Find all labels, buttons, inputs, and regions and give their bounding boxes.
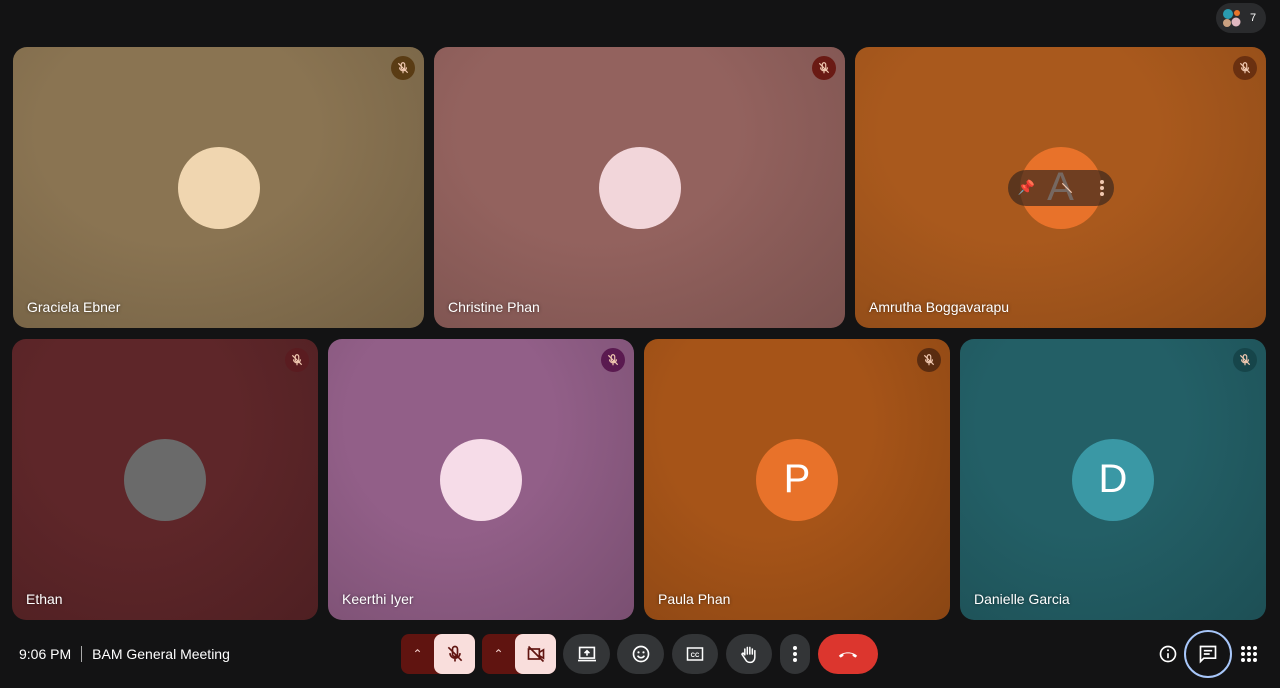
video-options-chevron-icon[interactable]: ⌃ (482, 634, 515, 674)
mic-off-icon (1062, 182, 1073, 193)
info-icon (1159, 645, 1177, 663)
participant-name: Amrutha Boggavarapu (869, 299, 1010, 315)
mic-off-icon (397, 62, 409, 74)
mic-off-icon (1239, 62, 1251, 74)
participant-tile[interactable]: Ethan (12, 339, 318, 620)
participant-tile[interactable]: P Paula Phan (644, 339, 950, 620)
tile-hover-controls: 📌 (1007, 169, 1114, 206)
mic-off-icon (291, 354, 303, 366)
participant-avatar: D (1072, 438, 1154, 521)
participant-avatar (440, 438, 522, 521)
audio-options-chevron-icon[interactable]: ⌃ (401, 634, 434, 674)
present-button[interactable] (563, 634, 610, 674)
raise-hand-button[interactable] (726, 634, 772, 674)
muted-indicator (601, 348, 625, 372)
participant-name: Ethan (26, 591, 63, 607)
raise-hand-icon (741, 646, 756, 664)
mic-off-icon (923, 354, 935, 366)
svg-text:CC: CC (691, 653, 700, 659)
hang-up-icon (838, 652, 858, 658)
pin-icon[interactable]: 📌 (1018, 179, 1035, 196)
participant-name: Graciela Ebner (27, 299, 121, 315)
participant-name: Danielle Garcia (974, 591, 1070, 607)
mic-off-icon (818, 62, 830, 74)
activities-button[interactable] (1229, 634, 1269, 674)
more-options-button[interactable] (780, 634, 810, 674)
camera-group: ⌃ (482, 634, 556, 674)
mic-group: ⌃ (401, 634, 475, 674)
participant-count: 7 (1250, 12, 1257, 24)
present-screen-icon (577, 646, 596, 662)
participant-tile[interactable]: Christine Phan (434, 47, 845, 328)
muted-indicator (1233, 56, 1257, 80)
meeting-title: BAM General Meeting (92, 646, 230, 662)
meeting-details: 9:06 PM BAM General Meeting (19, 646, 230, 662)
participant-tile[interactable]: A Amrutha Boggavarapu📌 (855, 47, 1266, 328)
participant-avatars-icon (1223, 9, 1241, 27)
more-vert-icon (793, 646, 797, 662)
muted-indicator (917, 348, 941, 372)
mic-off-icon (1239, 354, 1251, 366)
participant-avatar (177, 146, 260, 229)
meeting-time: 9:06 PM (19, 646, 72, 662)
mic-off-icon (607, 354, 619, 366)
muted-indicator (285, 348, 309, 372)
avatar-initial: P (783, 457, 811, 501)
closed-captions-icon: CC (686, 647, 704, 661)
divider (81, 646, 83, 662)
captions-button[interactable]: CC (672, 634, 718, 674)
participant-avatar: P (756, 438, 838, 521)
avatar-initial: D (1098, 457, 1128, 501)
participant-name: Christine Phan (448, 299, 540, 315)
mic-off-icon (447, 645, 462, 662)
leave-call-button[interactable] (818, 634, 878, 674)
participant-avatar (124, 438, 206, 521)
participant-tile[interactable]: D Danielle Garcia (960, 339, 1266, 620)
muted-indicator (812, 56, 836, 80)
participant-name: Keerthi Iyer (342, 591, 414, 607)
chat-button[interactable] (1184, 630, 1232, 678)
camera-off-icon (527, 645, 544, 663)
muted-indicator (1233, 348, 1257, 372)
muted-indicator (391, 56, 415, 80)
participant-avatar (598, 146, 681, 229)
participants-button[interactable]: 7 (1216, 3, 1266, 33)
mic-toggle-button[interactable] (434, 634, 475, 674)
participant-name: Paula Phan (658, 591, 731, 607)
chat-icon (1199, 645, 1217, 664)
camera-toggle-button[interactable] (515, 634, 556, 674)
apps-grid-icon (1241, 646, 1257, 662)
emoji-icon (632, 645, 649, 663)
more-vert-icon[interactable] (1099, 179, 1104, 196)
participant-tile[interactable]: Graciela Ebner (13, 47, 424, 328)
meeting-info-button[interactable] (1148, 634, 1188, 674)
reactions-button[interactable] (617, 634, 664, 674)
participant-tile[interactable]: Keerthi Iyer (328, 339, 634, 620)
